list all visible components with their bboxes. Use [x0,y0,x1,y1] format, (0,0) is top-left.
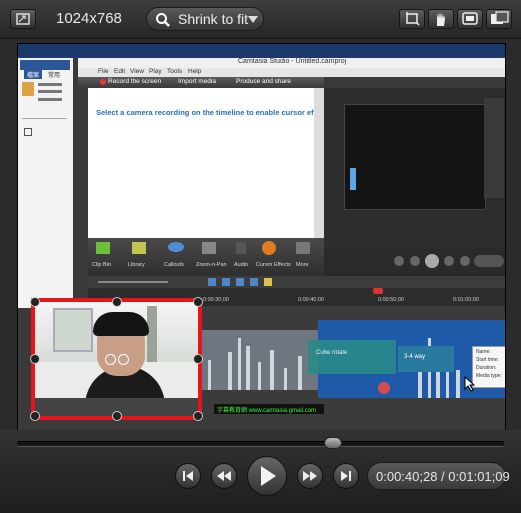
playback-controls: 0:00:40;28 / 0:01:01;09 [0,430,521,513]
preview-toolbar: 1024x768 Shrink to fit [0,0,521,39]
zoom-dropdown[interactable]: Shrink to fit [146,7,264,31]
preview-canvas[interactable]: 檔案 常用 Camtasia Studio - Untitled.camproj… [17,43,506,432]
rewind-icon [217,471,231,481]
tab-cursor-effects[interactable]: Cursor Effects [256,262,291,268]
app-preview-controls [324,248,505,276]
resize-icon [16,13,30,25]
app-preview-area [324,88,505,248]
info-start: Start time: [476,357,499,363]
import-media-button[interactable]: Import media [178,78,216,85]
crop-icon [406,12,420,26]
menu-help[interactable]: Help [188,68,201,75]
crop-button[interactable] [399,9,425,29]
skip-start-icon [183,471,193,481]
ribbon-tab-file: 檔案 [24,70,43,79]
time-display-text: 0:00:40;28 / 0:01:01;09 [376,469,510,484]
resize-handle-br[interactable] [193,411,203,421]
resize-handle-ml[interactable] [30,354,40,364]
record-screen-button[interactable]: Record the screen [108,78,161,85]
resize-handle-tr[interactable] [193,297,203,307]
produce-share-button[interactable]: Produce and share [236,78,291,85]
tab-callouts[interactable]: Callouts [164,262,184,268]
webcam-video [35,302,198,416]
tab-audio[interactable]: Audio [234,262,248,268]
timeline-time-4: 0:01:00;00 [453,297,479,303]
go-to-start-button[interactable] [175,463,201,489]
info-media: Media type: [476,373,502,379]
menu-view[interactable]: View [130,68,144,75]
detach-icon [491,11,509,24]
timeline-time-2: 0:00:40;00 [298,297,324,303]
tab-more[interactable]: More [296,262,309,268]
tab-zoom-n-pan[interactable]: Zoom-n-Pan [196,262,227,268]
scrub-thumb[interactable] [323,437,342,449]
app-tools-row: Clip Bin Library Callouts Zoom-n-Pan Aud… [88,238,324,276]
clip-info-tooltip: Name: Start time: Duration: Media type: [472,346,505,388]
resize-handle-tm[interactable] [112,297,122,307]
app-window-title: Camtasia Studio - Untitled.camproj [238,58,347,65]
zoom-label: Shrink to fit [178,11,249,27]
fast-forward-button[interactable] [297,463,323,489]
callout-clip-cube[interactable]: Cube rotate [308,340,396,374]
app-menubar: File Edit View Play Tools Help [78,68,505,77]
go-to-end-button[interactable] [333,463,359,489]
webcam-overlay[interactable] [30,297,203,421]
search-icon [156,13,170,27]
mouse-cursor-icon [464,376,476,392]
app-titlebar: Camtasia Studio - Untitled.camproj [78,58,505,68]
dimensions-label: 1024x768 [56,10,122,27]
info-name: Name: [476,349,491,355]
time-display: 0:00:40;28 / 0:01:01;09 [367,462,510,490]
fullscreen-icon [462,12,478,25]
clip-label-cube: Cube rotate [316,350,348,356]
timeline-toolbar [88,276,505,288]
menu-file[interactable]: File [98,68,108,75]
menu-edit[interactable]: Edit [114,68,125,75]
resize-handle-mr[interactable] [193,354,203,364]
chevron-down-icon [248,16,258,23]
fullscreen-button[interactable] [457,9,483,29]
menu-tools[interactable]: Tools [167,68,182,75]
resize-handle-tl[interactable] [30,297,40,307]
caption-bar: 字幕教育網 www.camtasia.gmail.com [214,404,324,414]
task-pane: Select a camera recording on the timelin… [88,88,331,238]
tab-clip-bin[interactable]: Clip Bin [92,262,111,268]
clip-label-way: 3-4 way [404,354,426,360]
ribbon-tab-home: 常用 [48,73,61,79]
scrub-track[interactable] [17,437,504,449]
play-button[interactable] [247,456,287,496]
rotate-handle-left[interactable] [105,354,116,365]
rotate-handle-right[interactable] [118,354,129,365]
resize-handle-bm[interactable] [112,411,122,421]
callout-clip-way[interactable]: 3-4 way [398,346,454,372]
detach-button[interactable] [486,9,512,29]
play-icon [261,466,276,486]
resize-button[interactable] [10,9,36,29]
hand-button[interactable] [428,9,454,29]
fast-forward-icon [303,471,317,481]
menu-play[interactable]: Play [149,68,162,75]
skip-end-icon [341,471,351,481]
timeline-time-1: 0:00:30;00 [203,297,229,303]
rewind-button[interactable] [211,463,237,489]
resize-handle-bl[interactable] [30,411,40,421]
info-duration: Duration: [476,365,497,371]
word-ribbon: 檔案 常用 [18,58,73,308]
app-toolbar: Record the screen Import media Produce a… [78,77,324,88]
tab-library[interactable]: Library [128,262,145,268]
hand-icon [437,12,445,26]
timeline-time-3: 0:00:50;00 [378,297,404,303]
caption-text: 字幕教育網 www.camtasia.gmail.com [217,408,317,414]
cursor-effects-message: Select a camera recording on the timelin… [96,108,332,117]
